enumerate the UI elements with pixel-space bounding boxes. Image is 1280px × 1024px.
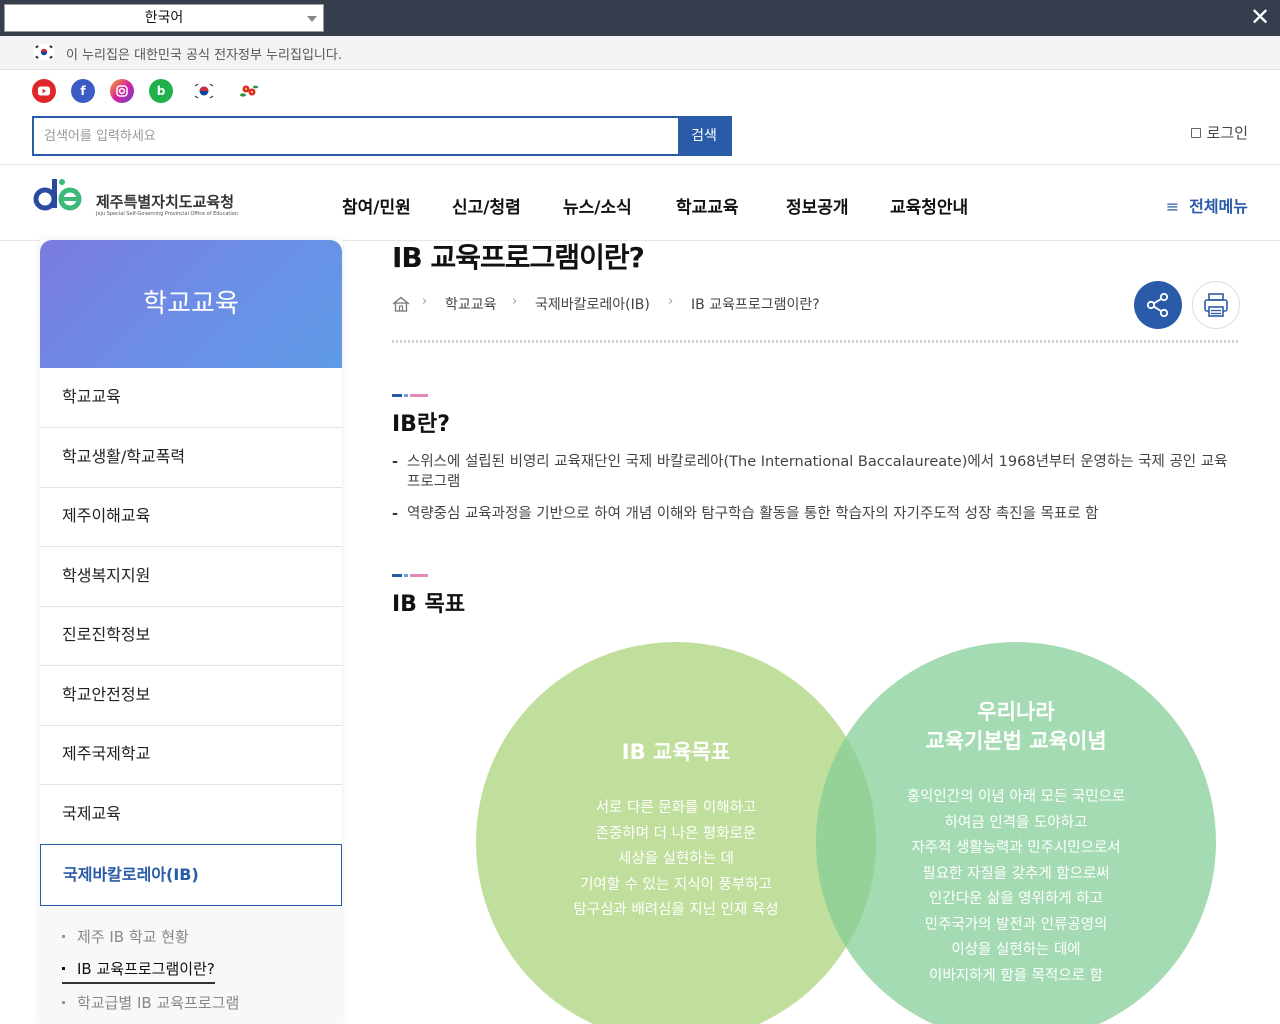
gnb-item-info-disclosure[interactable]: 정보공개 (786, 193, 849, 218)
home-icon[interactable] (392, 296, 410, 312)
venn-line: 이상을 실현하는 데에 (951, 942, 1081, 958)
search-input[interactable] (34, 118, 680, 154)
bullet-text: 스위스에 설립된 비영리 교육재단인 국제 바칼로레아(The Internat… (407, 454, 1228, 490)
side-nav-submenu: 제주 IB 학교 현황 IB 교육프로그램이란? 학교급별 IB 교육프로그램 (40, 906, 342, 1024)
side-nav-item[interactable]: 진로진학정보 (40, 606, 342, 666)
venn-line: 자주적 생활능력과 민주시민으로서 (911, 840, 1121, 856)
submenu-item[interactable]: 학교급별 IB 교육프로그램 (62, 992, 239, 1013)
breadcrumb-item[interactable]: 국제바칼로레아(IB) (535, 294, 650, 314)
venn-title-line: 교육기본법 교육이념 (925, 729, 1107, 753)
side-nav-item[interactable]: 학생복지지원 (40, 547, 342, 607)
gnb-item-report[interactable]: 신고/청렴 (452, 193, 521, 218)
side-nav-item-active[interactable]: 국제바칼로레아(IB) (40, 844, 342, 906)
side-nav-item[interactable]: 제주이해교육 (40, 487, 342, 547)
venn-title-line: 우리나라 (977, 700, 1055, 724)
breadcrumb-item-current: IB 교육프로그램이란? (691, 297, 820, 313)
login-link[interactable]: 로그인 (1190, 122, 1248, 143)
side-nav-item[interactable]: 학교교육 (40, 368, 342, 428)
venn-line: 인간다운 삶을 영위하게 하고 (929, 891, 1103, 907)
logo[interactable]: 제주특별자치도교육청 Jeju Special Self-Governing P… (32, 173, 242, 217)
bullet-dot (62, 1001, 65, 1004)
logo-title: 제주특별자치도교육청 (96, 193, 235, 211)
share-icon (1146, 292, 1169, 318)
facebook-icon[interactable]: f (71, 79, 95, 103)
venn-line: 하여금 인격을 도야하고 (944, 814, 1088, 831)
bullet-item: - 역량중심 교육과정을 기반으로 하여 개념 이해와 탐구학습 활동을 통한 … (392, 504, 1240, 524)
side-nav: 학교교육 학교교육 학교생활/학교폭력 제주이해교육 학생복지지원 진로진학정보… (40, 240, 342, 1024)
chevron-down-icon (307, 16, 317, 22)
logo-mark-icon (33, 179, 82, 211)
printer-icon (1204, 293, 1228, 317)
bullet-dot (62, 967, 65, 970)
language-select-value: 한국어 (144, 10, 184, 26)
section-deco (392, 574, 428, 577)
side-nav-item[interactable]: 제주국제학교 (40, 725, 342, 785)
gnb-item-news[interactable]: 뉴스/소식 (563, 193, 632, 218)
gnb-item-participation[interactable]: 참여/민원 (342, 193, 411, 218)
print-button[interactable] (1192, 281, 1240, 329)
chevron-right-icon: › (512, 294, 518, 309)
bullet-item: - 스위스에 설립된 비영리 교육재단인 국제 바칼로레아(The Intern… (392, 452, 1240, 492)
venn-diagram: IB 교육목표 서로 다른 문화를 이해하고 존중하며 더 나은 평화로운 세상… (470, 640, 1230, 1024)
close-icon[interactable]: ✕ (1248, 5, 1272, 30)
submenu-item[interactable]: 제주 IB 학교 현황 (62, 926, 189, 947)
share-button[interactable] (1134, 281, 1182, 329)
dash-icon: - (392, 454, 399, 470)
all-menu-label: 전체메뉴 (1189, 197, 1248, 216)
gnb-item-office-guide[interactable]: 교육청안내 (890, 193, 968, 218)
bullet-dot (62, 935, 65, 938)
chevron-right-icon: › (422, 294, 428, 309)
login-label: 로그인 (1206, 124, 1248, 142)
dash-icon: - (392, 506, 399, 522)
venn-line: 이바지하게 함을 목적으로 함 (929, 967, 1103, 984)
side-nav-item[interactable]: 학교안전정보 (40, 666, 342, 726)
venn-line: 민주국가의 발전과 인류공영의 (924, 916, 1108, 933)
submenu-item-label: 학교급별 IB 교육프로그램 (77, 994, 240, 1012)
gnb-item-school-education[interactable]: 학교교육 (676, 193, 739, 218)
breadcrumb-item[interactable]: 학교교육 (445, 294, 497, 314)
section-title: IB 목표 (392, 592, 466, 617)
chevron-right-icon: › (668, 294, 674, 309)
venn-right-title: 우리나라 교육기본법 교육이념 (816, 698, 1216, 756)
submenu-item-label: IB 교육프로그램이란? (77, 960, 215, 978)
language-select[interactable]: 한국어 (4, 4, 324, 32)
camellia-icon[interactable] (237, 79, 261, 103)
page-title: IB 교육프로그램이란? (392, 241, 645, 274)
hamburger-icon: ≡ (1165, 197, 1180, 216)
blog-icon[interactable]: b (149, 79, 173, 103)
venn-line: 홍익인간의 이념 아래 모든 국민으로 (906, 789, 1126, 805)
all-menu-button[interactable]: ≡ 전체메뉴 (1166, 193, 1248, 217)
section-deco (392, 394, 428, 397)
bullet-text: 역량중심 교육과정을 기반으로 하여 개념 이해와 탐구학습 활동을 통한 학습… (407, 506, 1099, 522)
instagram-icon[interactable] (110, 79, 134, 103)
section-title: IB란? (392, 412, 450, 437)
venn-line: 필요한 자질을 갖추게 함으로써 (922, 865, 1110, 882)
lock-icon (1190, 128, 1201, 138)
side-nav-item[interactable]: 국제교육 (40, 785, 342, 845)
taegeuk-icon[interactable] (192, 79, 216, 103)
submenu-item-label: 제주 IB 학교 현황 (77, 928, 189, 946)
youtube-icon[interactable] (32, 79, 56, 103)
side-nav-title: 학교교육 (40, 240, 342, 368)
divider (392, 340, 1240, 343)
submenu-item-current[interactable]: IB 교육프로그램이란? (62, 958, 215, 984)
search-box: 검색 (32, 116, 732, 156)
korea-flag-icon (34, 44, 54, 60)
search-button[interactable]: 검색 (678, 118, 730, 154)
translate-bar: 한국어 ✕ (0, 0, 1280, 36)
venn-right-body: 홍익인간의 이념 아래 모든 국민으로 하여금 인격을 도야하고 자주적 생활능… (816, 785, 1216, 989)
gov-banner: 이 누리집은 대한민국 공식 전자정부 누리집입니다. (0, 36, 1280, 70)
gov-banner-text: 이 누리집은 대한민국 공식 전자정부 누리집입니다. (66, 48, 342, 63)
side-nav-item[interactable]: 학교생활/학교폭력 (40, 428, 342, 488)
logo-subtitle: Jeju Special Self-Governing Provincial O… (96, 211, 238, 217)
main-header: 제주특별자치도교육청 Jeju Special Self-Governing P… (0, 165, 1280, 241)
